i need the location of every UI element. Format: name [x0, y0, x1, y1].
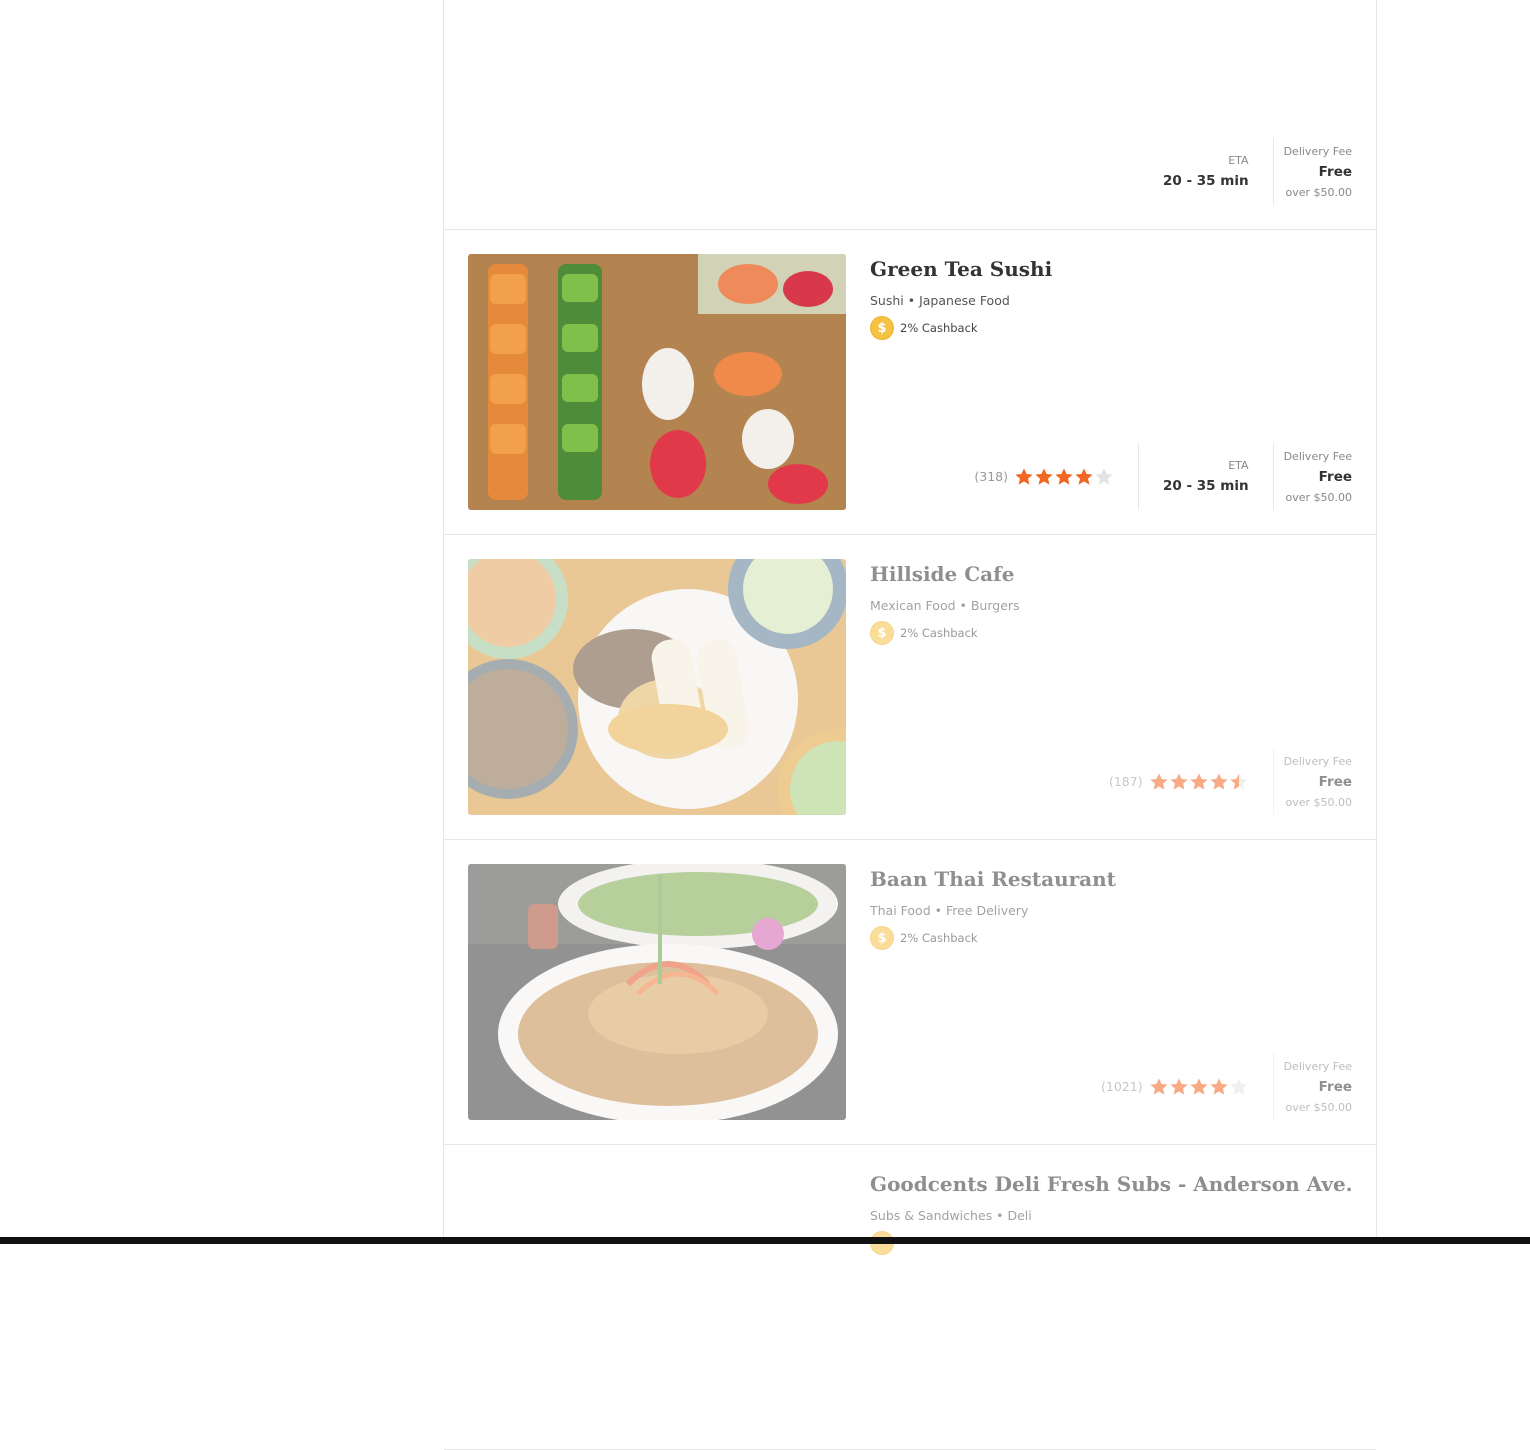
delivery-fee-minimum: over $50.00	[1285, 1100, 1352, 1114]
delivery-fee-label: Delivery Fee	[1283, 754, 1352, 768]
restaurant-card[interactable]: ETA 20 - 35 min Delivery Fee Free over $…	[444, 0, 1376, 230]
delivery-meta: (1021) Delivery Fee Free over $50.00	[1101, 1053, 1352, 1120]
delivery-fee-minimum: over $50.00	[1285, 795, 1352, 809]
star-rating	[1014, 467, 1114, 487]
restaurant-card[interactable]: Goodcents Deli Fresh Subs - Anderson Ave…	[444, 1145, 1376, 1450]
star-icon	[1209, 773, 1228, 790]
star-rating	[1149, 772, 1249, 792]
cashback-badge: $ 2% Cashback	[870, 316, 1352, 340]
cashback-coin-icon: $	[870, 926, 894, 950]
star-icon	[1095, 468, 1113, 485]
restaurant-info: Baan Thai Restaurant Thai Food • Free De…	[870, 864, 1352, 950]
review-count: (187)	[1108, 774, 1143, 789]
delivery-fee-value: Free	[1318, 163, 1352, 180]
delivery-fee-block: Delivery Fee Free over $50.00	[1274, 1053, 1352, 1120]
delivery-fee-label: Delivery Fee	[1283, 1059, 1352, 1073]
cashback-label: 2% Cashback	[900, 321, 978, 335]
eta-block: ETA 20 - 35 min	[1139, 443, 1273, 510]
restaurant-photo[interactable]	[468, 254, 846, 510]
delivery-fee-label: Delivery Fee	[1283, 449, 1352, 463]
delivery-fee-minimum: over $50.00	[1285, 185, 1352, 199]
delivery-meta: (318) ETA 20 - 35 min Delivery Fee Free …	[974, 443, 1352, 510]
delivery-fee-minimum: over $50.00	[1285, 490, 1352, 504]
delivery-fee-value: Free	[1318, 773, 1352, 790]
star-icon	[1229, 1078, 1248, 1095]
star-icon	[1055, 468, 1073, 485]
rating-block: (1021)	[1101, 1053, 1273, 1120]
star-icon	[1169, 1078, 1188, 1095]
eta-block: ETA 20 - 35 min	[1139, 138, 1273, 205]
star-icon	[1149, 1078, 1168, 1095]
eta-value: 20 - 35 min	[1162, 478, 1249, 494]
restaurant-photo[interactable]	[468, 864, 846, 1120]
star-icon	[1149, 773, 1168, 790]
delivery-meta: ETA 20 - 35 min Delivery Fee Free over $…	[1139, 138, 1352, 205]
cashback-label: 2% Cashback	[900, 931, 978, 945]
delivery-meta: (187) Delivery Fee Free over $50.00	[1109, 748, 1352, 815]
star-icon	[1075, 468, 1093, 485]
restaurant-card[interactable]: Hillside Cafe Mexican Food • Burgers $ 2…	[444, 535, 1376, 840]
star-icon	[1169, 773, 1188, 790]
delivery-fee-block: Delivery Fee Free over $50.00	[1274, 748, 1352, 815]
restaurant-card[interactable]: Green Tea Sushi Sushi • Japanese Food $ …	[444, 230, 1376, 535]
star-icon	[1035, 468, 1053, 485]
delivery-fee-label: Delivery Fee	[1283, 144, 1352, 158]
review-count: (318)	[974, 469, 1008, 484]
cashback-badge: $ 2% Cashback	[870, 926, 1352, 950]
restaurant-cuisines: Sushi • Japanese Food	[870, 293, 1010, 308]
rating-block: (187)	[1109, 748, 1273, 815]
cashback-label: 2% Cashback	[900, 626, 978, 640]
restaurant-cuisines: Mexican Food • Burgers	[870, 598, 1020, 613]
star-icon	[1209, 1078, 1228, 1095]
restaurant-cuisines: Thai Food • Free Delivery	[870, 903, 1029, 918]
star-icon	[1229, 773, 1248, 790]
delivery-fee-block: Delivery Fee Free over $50.00	[1274, 443, 1352, 510]
restaurant-cuisines: Subs & Sandwiches • Deli	[870, 1208, 1032, 1223]
cashback-coin-icon: $	[870, 621, 894, 645]
restaurant-name[interactable]: Green Tea Sushi	[870, 257, 1352, 281]
delivery-fee-value: Free	[1318, 1078, 1352, 1095]
review-count: (1021)	[1101, 1079, 1143, 1094]
star-icon	[1189, 1078, 1208, 1095]
restaurant-name[interactable]: Hillside Cafe	[870, 562, 1352, 586]
eta-value: 20 - 35 min	[1162, 173, 1249, 189]
delivery-fee-value: Free	[1318, 468, 1352, 485]
cashback-badge: $ 2% Cashback	[870, 621, 1352, 645]
restaurant-info: Hillside Cafe Mexican Food • Burgers $ 2…	[870, 559, 1352, 645]
star-icon	[1189, 773, 1208, 790]
restaurant-name[interactable]: Baan Thai Restaurant	[870, 867, 1352, 891]
eta-label: ETA	[1228, 154, 1249, 167]
restaurant-name[interactable]: Goodcents Deli Fresh Subs - Anderson Ave…	[870, 1172, 1353, 1196]
eta-label: ETA	[1228, 459, 1249, 472]
bottom-edge-bar	[0, 1237, 1530, 1244]
restaurant-list: ETA 20 - 35 min Delivery Fee Free over $…	[443, 0, 1377, 1450]
delivery-fee-block: Delivery Fee Free over $50.00	[1274, 138, 1352, 205]
cashback-coin-icon: $	[870, 316, 894, 340]
star-icon	[1015, 468, 1033, 485]
rating-block: (318)	[974, 443, 1138, 510]
restaurant-card[interactable]: Baan Thai Restaurant Thai Food • Free De…	[444, 840, 1376, 1145]
restaurant-info: Green Tea Sushi Sushi • Japanese Food $ …	[870, 254, 1352, 340]
restaurant-photo[interactable]	[468, 559, 846, 815]
star-rating	[1149, 1077, 1249, 1097]
